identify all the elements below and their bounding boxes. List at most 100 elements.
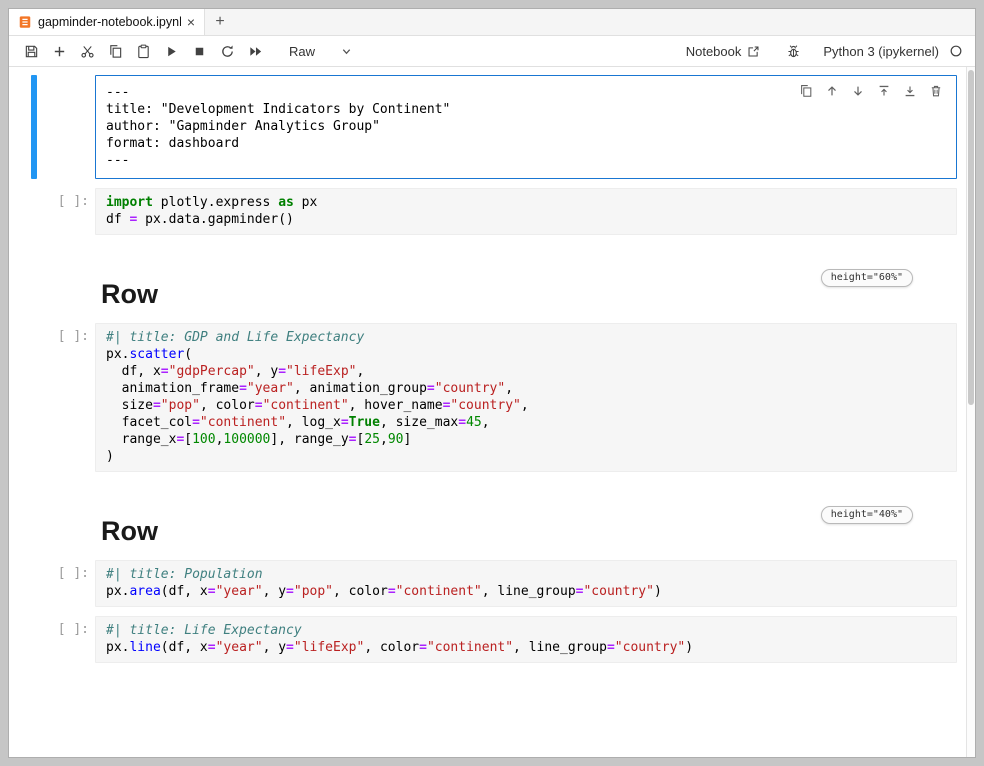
code-token: "country" bbox=[450, 398, 520, 413]
code-token: = bbox=[208, 640, 216, 655]
insert-cell-below-button[interactable] bbox=[901, 82, 919, 100]
cell-prompt: [ ]: bbox=[31, 188, 95, 209]
cell-toolbar bbox=[797, 82, 945, 100]
cut-cells-button[interactable] bbox=[73, 39, 101, 63]
tab-gapminder-notebook[interactable]: gapminder-notebook.ipynb × bbox=[9, 9, 205, 35]
code-token: , y bbox=[255, 364, 278, 379]
copy-icon bbox=[108, 44, 123, 59]
raw-cell[interactable]: ---title: "Development Indicators by Con… bbox=[31, 75, 957, 179]
code-token: , log_x bbox=[286, 415, 341, 430]
code-token: line bbox=[129, 640, 160, 655]
code-line: --- bbox=[106, 152, 946, 169]
code-editor[interactable]: #| title: Populationpx.area(df, x="year"… bbox=[95, 560, 957, 607]
notebook-scrollbar[interactable] bbox=[966, 67, 975, 757]
tab-close-icon[interactable]: × bbox=[187, 15, 195, 29]
code-token: , color bbox=[333, 584, 388, 599]
code-token: = bbox=[607, 640, 615, 655]
code-token: #| title: GDP and Life Expectancy bbox=[106, 330, 364, 345]
code-token: ) bbox=[654, 584, 662, 599]
code-token: df bbox=[106, 212, 129, 227]
code-line: import plotly.express as px bbox=[106, 194, 946, 211]
run-cell-button[interactable] bbox=[157, 39, 185, 63]
code-editor[interactable]: #| title: GDP and Life Expectancypx.scat… bbox=[95, 323, 957, 472]
code-token: range_x bbox=[106, 432, 176, 447]
cell-collapser[interactable] bbox=[31, 323, 37, 472]
code-token: df, x bbox=[106, 364, 161, 379]
chevron-down-icon bbox=[341, 46, 352, 57]
copy-cells-button[interactable] bbox=[101, 39, 129, 63]
new-tab-button[interactable]: + bbox=[205, 9, 235, 35]
cell-collapser[interactable] bbox=[31, 188, 37, 235]
code-token: = bbox=[278, 364, 286, 379]
cell-type-dropdown[interactable]: Raw bbox=[283, 42, 358, 61]
code-editor[interactable]: #| title: Life Expectancypx.line(df, x="… bbox=[95, 616, 957, 663]
code-token: --- bbox=[106, 153, 129, 168]
notebook-cells: ---title: "Development Indicators by Con… bbox=[31, 75, 957, 663]
debugger-button[interactable] bbox=[786, 44, 801, 59]
code-token: = bbox=[192, 415, 200, 430]
move-cell-down-button[interactable] bbox=[849, 82, 867, 100]
restart-kernel-button[interactable] bbox=[213, 39, 241, 63]
kernel-name[interactable]: Python 3 (ipykernel) bbox=[823, 44, 939, 59]
code-token: (df, x bbox=[161, 640, 208, 655]
code-token: ] bbox=[403, 432, 411, 447]
code-cell[interactable]: [ ]: #| title: Life Expectancypx.line(df… bbox=[31, 616, 957, 663]
code-token: plotly.express bbox=[153, 195, 278, 210]
code-line: px.line(df, x="year", y="lifeExp", color… bbox=[106, 639, 946, 656]
height-attribute-badge: height="60%" bbox=[821, 269, 913, 287]
interrupt-kernel-button[interactable] bbox=[185, 39, 213, 63]
code-token: , bbox=[482, 415, 490, 430]
code-token: facet_col bbox=[106, 415, 192, 430]
cell-collapser[interactable] bbox=[31, 75, 37, 179]
code-token: True bbox=[349, 415, 380, 430]
clipboard-icon bbox=[136, 44, 151, 59]
code-cell[interactable]: [ ]: import plotly.express as pxdf = px.… bbox=[31, 188, 957, 235]
plus-icon bbox=[52, 44, 67, 59]
scrollbar-thumb[interactable] bbox=[968, 70, 974, 405]
delete-cell-button[interactable] bbox=[927, 82, 945, 100]
move-cell-up-button[interactable] bbox=[823, 82, 841, 100]
cell-collapser[interactable] bbox=[31, 560, 37, 607]
save-button[interactable] bbox=[17, 39, 45, 63]
cell-collapser[interactable] bbox=[31, 269, 37, 309]
code-token: "continent" bbox=[427, 640, 513, 655]
cell-collapser[interactable] bbox=[31, 506, 37, 546]
cell-prompt: [ ]: bbox=[31, 560, 95, 581]
code-cell[interactable]: [ ]: #| title: Populationpx.area(df, x="… bbox=[31, 560, 957, 607]
code-token: , line_group bbox=[482, 584, 576, 599]
code-cell[interactable]: [ ]: #| title: GDP and Life Expectancypx… bbox=[31, 323, 957, 472]
code-line: #| title: Life Expectancy bbox=[106, 622, 946, 639]
code-token: "continent" bbox=[396, 584, 482, 599]
code-token: "year" bbox=[247, 381, 294, 396]
code-token: px bbox=[294, 195, 317, 210]
insert-cell-above-button[interactable] bbox=[875, 82, 893, 100]
arrow-down-icon bbox=[851, 84, 865, 98]
duplicate-cell-button[interactable] bbox=[797, 82, 815, 100]
fast-forward-icon bbox=[248, 44, 263, 59]
stop-icon bbox=[192, 44, 207, 59]
duplicate-icon bbox=[799, 84, 813, 98]
code-token: px. bbox=[106, 347, 129, 362]
code-token: "lifeExp" bbox=[286, 364, 356, 379]
code-token: , bbox=[380, 432, 388, 447]
cell-collapser[interactable] bbox=[31, 616, 37, 663]
code-token: = bbox=[255, 398, 263, 413]
code-token: = bbox=[388, 584, 396, 599]
code-token: = bbox=[349, 432, 357, 447]
code-token: animation_frame bbox=[106, 381, 239, 396]
cell-prompt: [ ]: bbox=[31, 616, 95, 637]
scissors-icon bbox=[80, 44, 95, 59]
code-line: range_x=[100,100000], range_y=[25,90] bbox=[106, 431, 946, 448]
paste-cells-button[interactable] bbox=[129, 39, 157, 63]
code-token: area bbox=[129, 584, 160, 599]
notebook-mode-button[interactable]: Notebook bbox=[686, 44, 761, 59]
code-token: = bbox=[286, 584, 294, 599]
restart-run-all-button[interactable] bbox=[241, 39, 269, 63]
code-editor[interactable]: import plotly.express as pxdf = px.data.… bbox=[95, 188, 957, 235]
cell-type-value: Raw bbox=[289, 44, 315, 59]
markdown-cell[interactable]: Row height="40%" bbox=[31, 506, 957, 546]
insert-cell-button[interactable] bbox=[45, 39, 73, 63]
code-line: facet_col="continent", log_x=True, size_… bbox=[106, 414, 946, 431]
kernel-status-icon bbox=[949, 44, 963, 58]
markdown-cell[interactable]: Row height="60%" bbox=[31, 269, 957, 309]
